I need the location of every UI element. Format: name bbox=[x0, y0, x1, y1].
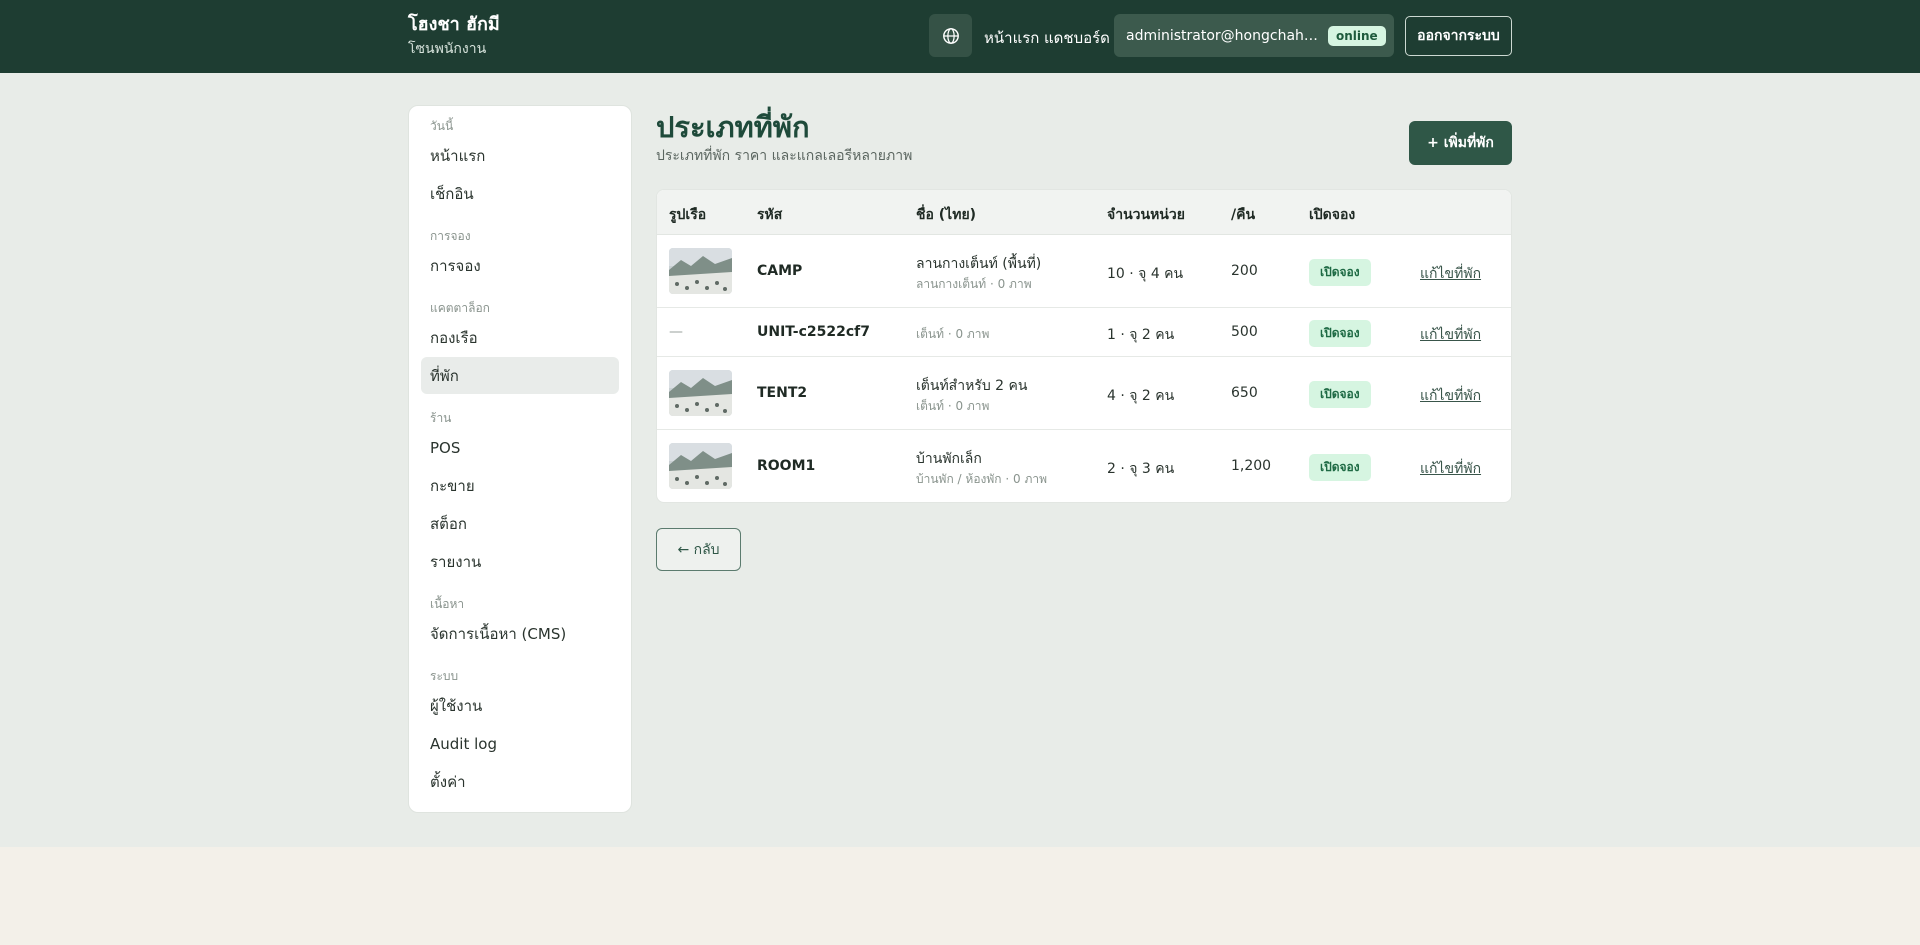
sidebar-item-fleet[interactable]: กองเรือ bbox=[421, 319, 619, 356]
logout-button[interactable]: ออกจากระบบ bbox=[1405, 16, 1512, 56]
sidebar-group-today: วันนี้ bbox=[430, 119, 454, 133]
table-row: TENT2 เต็นท์สำหรับ 2 คน เต็นท์ · 0 ภาพ 4… bbox=[657, 357, 1511, 430]
sidebar-item-reports[interactable]: รายงาน bbox=[421, 543, 619, 580]
sidebar-item-home[interactable]: หน้าแรก bbox=[421, 137, 619, 174]
no-image-placeholder: — bbox=[669, 324, 683, 340]
sidebar-group-shop: ร้าน bbox=[430, 411, 452, 425]
row-status-badge: เปิดจอง bbox=[1309, 454, 1371, 481]
column-header-status: เปิดจอง bbox=[1309, 207, 1356, 223]
accommodation-thumbnail bbox=[669, 248, 732, 294]
row-code: UNIT-c2522cf7 bbox=[757, 324, 870, 340]
page-subtitle: ประเภทที่พัก ราคา และแกลเลอรีหลายภาพ bbox=[656, 148, 913, 164]
page-title: ประเภทที่พัก bbox=[656, 110, 810, 144]
sidebar-item-booking[interactable]: การจอง bbox=[421, 247, 619, 284]
row-status-badge: เปิดจอง bbox=[1309, 381, 1371, 408]
user-email: administrator@hongchahug... bbox=[1126, 27, 1322, 44]
brand-title: โฮงชา ฮักมี bbox=[408, 14, 500, 35]
edit-accommodation-link[interactable]: แก้ไขที่พัก bbox=[1420, 324, 1481, 346]
sidebar: วันนี้ หน้าแรก เช็กอิน การจอง การจอง แคต… bbox=[408, 105, 632, 813]
sidebar-item-settings[interactable]: ตั้งค่า bbox=[421, 763, 619, 800]
row-name: ลานกางเต็นท์ (พื้นที่) bbox=[916, 256, 1042, 272]
user-box: administrator@hongchahug... online bbox=[1114, 14, 1394, 57]
row-units: 10 · จุ 4 คน bbox=[1107, 266, 1184, 282]
sidebar-item-audit-log[interactable]: Audit log bbox=[421, 725, 619, 762]
edit-accommodation-link[interactable]: แก้ไขที่พัก bbox=[1420, 458, 1481, 480]
nav-home-link[interactable]: หน้าแรก bbox=[984, 26, 1039, 50]
row-price: 650 bbox=[1231, 385, 1258, 401]
row-code: TENT2 bbox=[757, 385, 808, 401]
row-name-sub: เต็นท์ · 0 ภาพ bbox=[916, 327, 990, 341]
nav-dashboard-link[interactable]: แดชบอร์ด bbox=[1044, 26, 1110, 50]
row-code: ROOM1 bbox=[757, 458, 816, 474]
table-row: CAMP ลานกางเต็นท์ (พื้นที่) ลานกางเต็นท์… bbox=[657, 235, 1511, 308]
row-name: เต็นท์สำหรับ 2 คน bbox=[916, 378, 1028, 394]
sidebar-item-cms[interactable]: จัดการเนื้อหา (CMS) bbox=[421, 615, 619, 652]
sidebar-item-accommodation[interactable]: ที่พัก bbox=[421, 357, 619, 394]
column-header-name: ชื่อ (ไทย) bbox=[916, 207, 977, 223]
table-row: ROOM1 บ้านพักเล็ก บ้านพัก / ห้องพัก · 0 … bbox=[657, 430, 1511, 502]
row-name-sub: เต็นท์ · 0 ภาพ bbox=[916, 399, 990, 413]
brand-subtitle: โซนพนักงาน bbox=[408, 41, 487, 57]
sidebar-item-checkin[interactable]: เช็กอิน bbox=[421, 175, 619, 212]
row-units: 2 · จุ 3 คน bbox=[1107, 461, 1175, 477]
sidebar-group-content: เนื้อหา bbox=[430, 597, 465, 611]
row-units: 1 · จุ 2 คน bbox=[1107, 327, 1175, 343]
language-button[interactable] bbox=[929, 14, 972, 57]
edit-accommodation-link[interactable]: แก้ไขที่พัก bbox=[1420, 385, 1481, 407]
add-accommodation-button[interactable]: + เพิ่มที่พัก bbox=[1409, 121, 1512, 165]
row-price: 500 bbox=[1231, 324, 1258, 340]
row-units: 4 · จุ 2 คน bbox=[1107, 388, 1175, 404]
sidebar-item-pos[interactable]: POS bbox=[421, 429, 619, 466]
accommodation-thumbnail bbox=[669, 443, 732, 489]
column-header-units: จำนวนหน่วย bbox=[1107, 207, 1185, 223]
row-name-sub: บ้านพัก / ห้องพัก · 0 ภาพ bbox=[916, 472, 1048, 486]
brand[interactable]: โฮงชา ฮักมี โซนพนักงาน bbox=[408, 14, 500, 59]
edit-accommodation-link[interactable]: แก้ไขที่พัก bbox=[1420, 263, 1481, 285]
table-header: รูปเรือ รหัส ชื่อ (ไทย) จำนวนหน่วย /คืน … bbox=[657, 190, 1511, 235]
row-name: บ้านพักเล็ก bbox=[916, 451, 982, 467]
row-status-badge: เปิดจอง bbox=[1309, 320, 1371, 347]
table-row: — UNIT-c2522cf7 เต็นท์ · 0 ภาพ 1 · จุ 2 … bbox=[657, 308, 1511, 357]
accommodation-thumbnail bbox=[669, 370, 732, 416]
sidebar-item-users[interactable]: ผู้ใช้งาน bbox=[421, 687, 619, 724]
sidebar-group-system: ระบบ bbox=[430, 669, 459, 683]
row-code: CAMP bbox=[757, 263, 803, 279]
online-status-badge: online bbox=[1328, 25, 1386, 46]
row-price: 200 bbox=[1231, 263, 1258, 279]
sidebar-item-shifts[interactable]: กะขาย bbox=[421, 467, 619, 504]
row-name-sub: ลานกางเต็นท์ · 0 ภาพ bbox=[916, 277, 1032, 291]
top-bar: โฮงชา ฮักมี โซนพนักงาน หน้าแรก แดชบอร์ด … bbox=[0, 0, 1920, 73]
row-price: 1,200 bbox=[1231, 458, 1272, 474]
sidebar-group-catalog: แคตตาล็อก bbox=[430, 301, 490, 315]
sidebar-item-stock[interactable]: สต็อก bbox=[421, 505, 619, 542]
globe-icon bbox=[942, 27, 959, 44]
back-button[interactable]: ← กลับ bbox=[656, 528, 741, 571]
row-status-badge: เปิดจอง bbox=[1309, 259, 1371, 286]
column-header-image: รูปเรือ bbox=[669, 207, 707, 223]
sidebar-group-booking: การจอง bbox=[430, 229, 471, 243]
accommodation-table: รูปเรือ รหัส ชื่อ (ไทย) จำนวนหน่วย /คืน … bbox=[656, 189, 1512, 503]
column-header-price: /คืน bbox=[1231, 207, 1256, 223]
column-header-code: รหัส bbox=[757, 207, 783, 223]
